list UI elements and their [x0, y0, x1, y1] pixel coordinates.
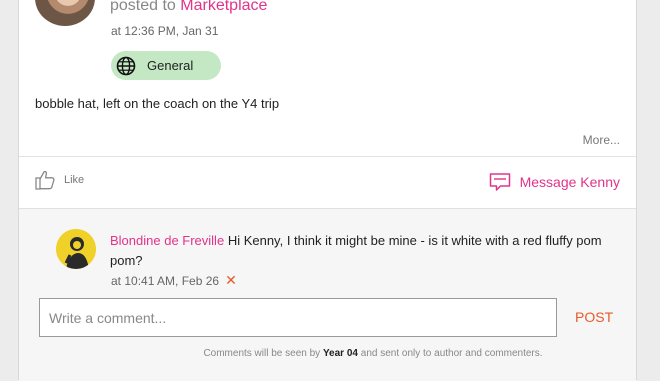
divider [19, 156, 636, 157]
like-label: Like [64, 174, 85, 186]
tag-general[interactable]: General [111, 51, 221, 80]
message-kenny-button[interactable]: Message Kenny [489, 172, 620, 192]
note-group: Year 04 [322, 348, 358, 359]
note-suffix: and sent only to author and commenters. [360, 348, 543, 359]
post-header: posted to Marketplace [110, 0, 267, 15]
comment-body: Blondine de Freville Hi Kenny, I think i… [110, 231, 625, 271]
comment-time: at 10:41 AM, Feb 26 [111, 273, 220, 288]
posted-to-label: posted to [110, 0, 176, 14]
more-link[interactable]: More... [583, 133, 620, 147]
delete-comment-icon[interactable]: ✕ [225, 272, 237, 289]
comment-author[interactable]: Blondine de Freville [110, 233, 224, 248]
post-time: at 12:36 PM, Jan 31 [111, 24, 219, 38]
comment-input[interactable] [39, 298, 557, 337]
channel-link[interactable]: Marketplace [180, 0, 267, 14]
comment-meta: at 10:41 AM, Feb 26 ✕ [111, 272, 237, 289]
thumbs-up-icon [35, 170, 55, 190]
message-icon [489, 173, 510, 191]
like-button[interactable]: Like [34, 168, 84, 192]
visibility-note: Comments will be seen by Year 04 and sen… [0, 348, 660, 359]
note-prefix: Comments will be seen by [203, 348, 321, 359]
message-label: Message Kenny [519, 174, 620, 190]
post-button[interactable]: POST [575, 309, 613, 325]
commenter-avatar-image [56, 229, 96, 269]
tag-label: General [147, 58, 194, 73]
post-body: bobble hat, left on the coach on the Y4 … [35, 96, 280, 111]
commenter-avatar[interactable] [56, 229, 96, 269]
globe-icon [116, 56, 136, 75]
